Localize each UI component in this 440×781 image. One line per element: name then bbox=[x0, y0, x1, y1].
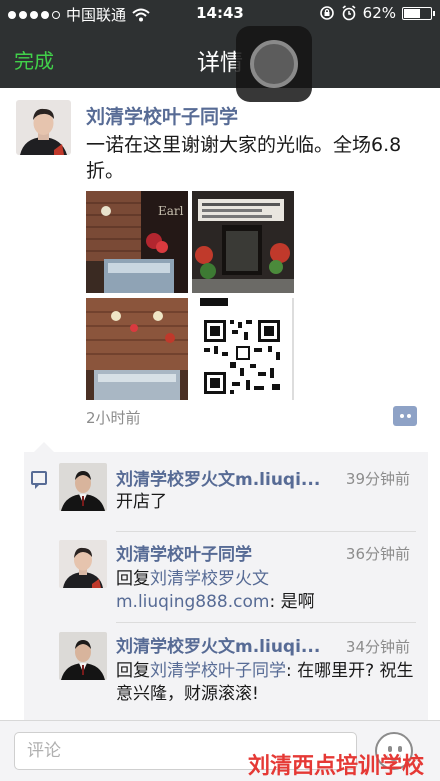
comment-time: 39分钟前 bbox=[345, 470, 410, 488]
reply-to-link[interactable]: 刘清学校叶子同学 bbox=[150, 661, 286, 681]
watermark: 刘清西点培训学校 bbox=[248, 753, 425, 779]
post-author-name[interactable]: 刘清学校叶子同学 bbox=[86, 102, 238, 129]
comment-text: 回复刘清学校罗火文m.liuqing888.com: 是啊 bbox=[116, 568, 416, 614]
comment-avatar[interactable] bbox=[59, 540, 107, 588]
page-title: 详情 bbox=[197, 50, 243, 76]
reply-body: : 是啊 bbox=[269, 592, 315, 612]
post-author-avatar[interactable] bbox=[16, 100, 71, 155]
comments-arrow bbox=[34, 442, 54, 452]
alarm-icon bbox=[342, 5, 356, 21]
status-right: 62% bbox=[319, 4, 435, 22]
comment-bubble-icon bbox=[31, 471, 47, 489]
post-photo-2[interactable] bbox=[192, 191, 294, 293]
svg-text:Earl: Earl bbox=[158, 204, 184, 218]
post-timestamp: 2小时前 bbox=[86, 409, 141, 427]
battery-percent: 62% bbox=[362, 4, 396, 22]
comment-author[interactable]: 刘清学校罗火文m.liuqi... bbox=[116, 632, 320, 657]
reply-prefix: 回复 bbox=[116, 661, 150, 681]
comment-author[interactable]: 刘清学校叶子同学 bbox=[116, 540, 252, 565]
comment-avatar[interactable] bbox=[59, 463, 107, 511]
comment-divider bbox=[116, 531, 416, 532]
comment-author[interactable]: 刘清学校罗火文m.liuqi... bbox=[116, 465, 320, 490]
nav-bar: 完成 详情 bbox=[0, 26, 440, 102]
comment-text: 开店了 bbox=[116, 492, 167, 512]
post-photo-1[interactable]: Earl bbox=[86, 191, 188, 293]
comment-time: 36分钟前 bbox=[345, 545, 410, 563]
post-photo-qr[interactable] bbox=[192, 298, 294, 400]
post-photo-3[interactable] bbox=[86, 298, 188, 400]
battery-icon bbox=[402, 6, 435, 20]
status-bar: 中国联通 14:43 62% bbox=[0, 0, 440, 26]
comment-divider bbox=[116, 622, 416, 623]
comment-action-button[interactable] bbox=[393, 406, 417, 426]
assistive-touch-button[interactable] bbox=[236, 26, 312, 102]
comment-time: 34分钟前 bbox=[345, 638, 410, 656]
comment-avatar[interactable] bbox=[59, 632, 107, 680]
post-text: 一诺在这里谢谢大家的光临。全场6.8折。 bbox=[86, 134, 402, 182]
rotation-lock-icon bbox=[319, 6, 334, 20]
reply-prefix: 回复 bbox=[116, 569, 150, 589]
comment-text: 回复刘清学校叶子同学: 在哪里开? 祝生意兴隆，财源滚滚! bbox=[116, 660, 416, 706]
